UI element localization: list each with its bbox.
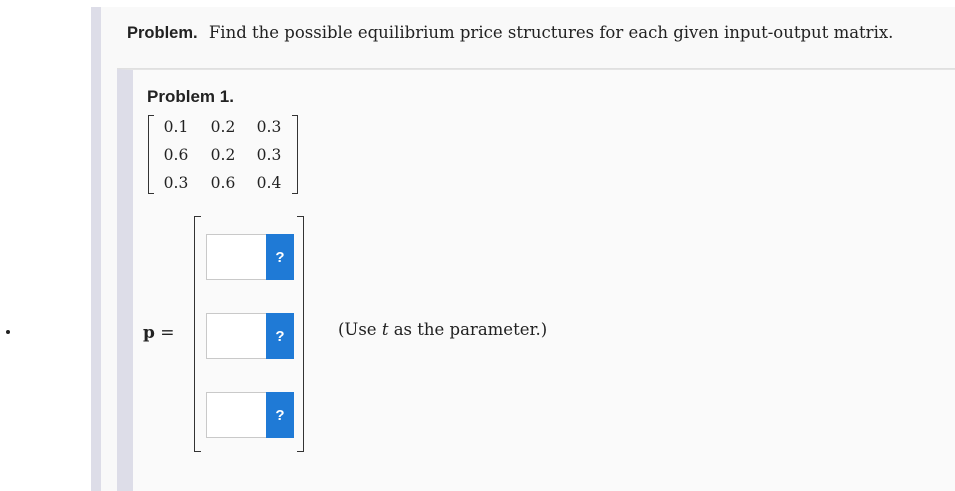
bullet-dot — [6, 330, 10, 334]
answer-input[interactable] — [206, 392, 268, 438]
sub-problem-title: Problem 1. — [147, 87, 234, 106]
input-output-matrix: 0.1 0.2 0.3 0.6 0.2 0.3 0.3 0.6 0.4 — [148, 115, 298, 194]
matrix-cell: 0.2 — [210, 146, 236, 164]
matrix-cell: 0.3 — [163, 174, 189, 192]
answer-field: ? — [206, 313, 296, 359]
matrix-cell: 0.4 — [256, 174, 282, 192]
answer-input[interactable] — [206, 234, 268, 280]
answer-field: ? — [206, 234, 296, 280]
help-button[interactable]: ? — [266, 234, 294, 280]
equals-sign: = — [160, 323, 175, 343]
matrix-cell: 0.3 — [256, 118, 282, 136]
problem-text: Find the possible equilibrium price stru… — [208, 23, 894, 42]
vector-left-bracket — [194, 216, 201, 452]
help-button[interactable]: ? — [266, 392, 294, 438]
matrix-cell: 0.1 — [163, 118, 189, 136]
answer-input[interactable] — [206, 313, 268, 359]
vector-symbol: p — [143, 323, 155, 343]
note-suffix: as the parameter.) — [388, 320, 548, 339]
answer-vector: ? ? ? — [194, 216, 304, 452]
matrix-cell: 0.2 — [210, 118, 236, 136]
matrix-cell: 0.6 — [163, 146, 189, 164]
note-prefix: (Use — [338, 320, 382, 339]
parameter-note: (Use t as the parameter.) — [338, 320, 547, 339]
problem-statement: Problem. Find the possible equilibrium p… — [127, 23, 893, 43]
vector-label: p = — [143, 323, 175, 343]
matrix-cell: 0.3 — [256, 146, 282, 164]
matrix-row: 0.1 0.2 0.3 — [148, 118, 298, 138]
help-button[interactable]: ? — [266, 313, 294, 359]
matrix-cell: 0.6 — [210, 174, 236, 192]
sub-problem-card: Problem 1. 0.1 0.2 0.3 0.6 0.2 0.3 0.3 0… — [117, 69, 955, 491]
answer-field: ? — [206, 392, 296, 438]
problem-card: Problem. Find the possible equilibrium p… — [91, 7, 955, 491]
matrix-row: 0.6 0.2 0.3 — [148, 146, 298, 166]
matrix-row: 0.3 0.6 0.4 — [148, 174, 298, 194]
page: Problem. Find the possible equilibrium p… — [0, 0, 955, 491]
problem-label: Problem. — [127, 24, 198, 42]
vector-right-bracket — [297, 216, 304, 452]
